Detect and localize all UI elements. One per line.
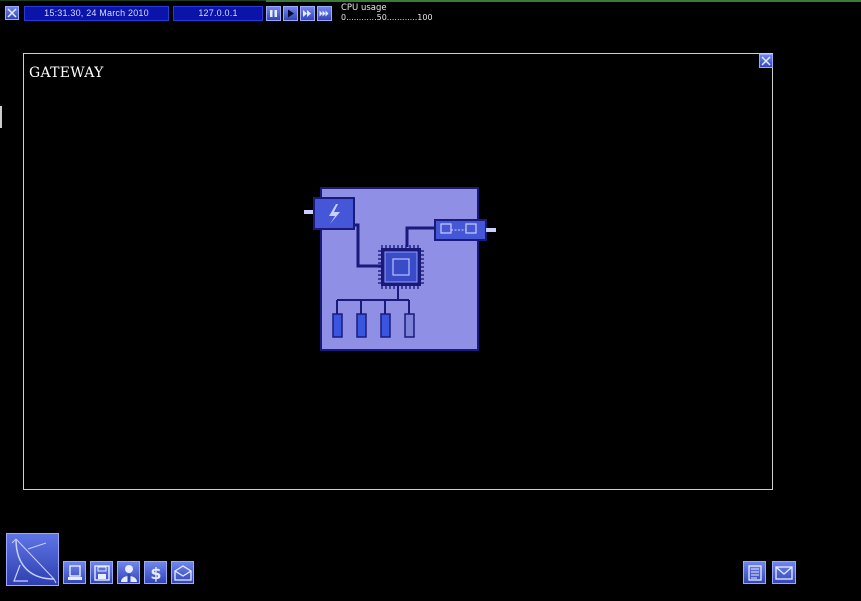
- bottom-toolbar: $: [0, 530, 861, 601]
- computer-icon: [67, 564, 82, 580]
- dollar-icon: $: [150, 564, 161, 582]
- mail-button[interactable]: [171, 561, 194, 584]
- panel-close-button[interactable]: [759, 54, 773, 68]
- floppy-disk-icon: [93, 564, 110, 581]
- fast-forward-icon: [303, 10, 311, 17]
- email-button[interactable]: [772, 561, 796, 584]
- gateway-panel: GATEWAY: [23, 53, 773, 490]
- close-icon: [7, 8, 17, 18]
- network-module: [434, 219, 487, 241]
- pause-button[interactable]: [266, 6, 281, 21]
- memory-slot: [356, 313, 367, 338]
- mail-icon: [173, 564, 192, 581]
- notes-button[interactable]: [743, 561, 766, 584]
- play-icon: [288, 9, 294, 18]
- exit-button[interactable]: [5, 6, 19, 20]
- fast-forward-button[interactable]: [300, 6, 315, 21]
- finance-button[interactable]: $: [144, 561, 167, 584]
- panel-title: GATEWAY: [29, 65, 104, 81]
- cpu-usage-scale: 0............50............100: [341, 13, 433, 22]
- memory-slot: [380, 313, 391, 338]
- computer-button[interactable]: [63, 561, 86, 584]
- satellite-dish-icon: [11, 538, 56, 583]
- memory-slot: [332, 313, 343, 338]
- person-icon: [120, 564, 137, 582]
- main-menu-button[interactable]: [6, 533, 59, 586]
- fastest-forward-button[interactable]: [317, 6, 332, 21]
- gateway-diagram: [304, 187, 496, 351]
- ip-display[interactable]: 127.0.0.1: [173, 6, 263, 21]
- personal-status-button[interactable]: [117, 561, 140, 584]
- cpu-usage-label: CPU usage: [341, 3, 387, 13]
- close-icon: [761, 56, 771, 66]
- notes-icon: [747, 564, 762, 581]
- pause-icon: [270, 10, 277, 17]
- play-button[interactable]: [283, 6, 298, 21]
- save-button[interactable]: [90, 561, 113, 584]
- memory-slot-empty: [404, 313, 415, 338]
- left-edge-marker: [0, 106, 2, 128]
- svg-text:$: $: [150, 564, 161, 582]
- fastest-forward-icon: [319, 10, 329, 17]
- datetime-display: 15:31.30, 24 March 2010: [24, 6, 169, 21]
- email-icon: [775, 565, 793, 580]
- top-border-accent: [266, 0, 861, 2]
